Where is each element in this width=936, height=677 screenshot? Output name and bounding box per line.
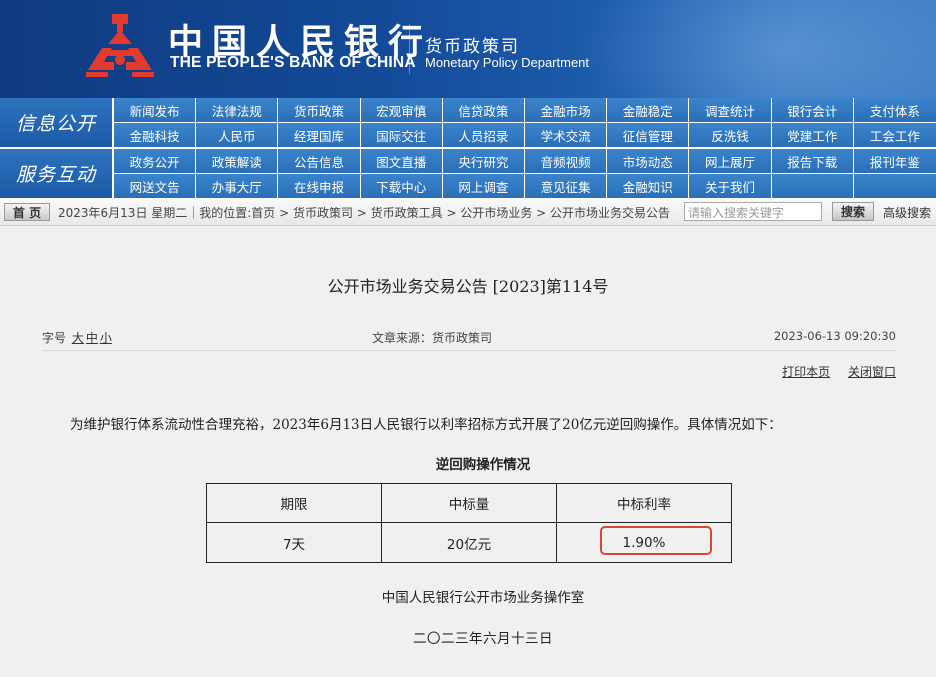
nav-item[interactable]: 报告下载 xyxy=(771,149,854,173)
table-row: 7天 20亿元 1.90% xyxy=(206,522,732,563)
nav-item[interactable]: 市场动态 xyxy=(607,149,690,173)
close-window-link[interactable]: 关闭窗口 xyxy=(848,365,896,379)
nav-item[interactable]: 金融稳定 xyxy=(607,98,690,122)
search-input[interactable]: 请输入搜索关键字 xyxy=(684,202,822,221)
print-page-link[interactable]: 打印本页 xyxy=(782,365,830,379)
nav-item[interactable]: 网送文告 xyxy=(114,174,197,198)
advanced-search-link[interactable]: 高级搜索 xyxy=(883,204,931,221)
home-button[interactable]: 首 页 xyxy=(4,203,50,221)
nav-item[interactable]: 金融科技 xyxy=(114,123,197,147)
breadcrumb: 2023年6月13日 星期二｜我的位置:首页 > 货币政策司 > 货币政策工具 … xyxy=(58,206,671,220)
nav-item[interactable]: 央行研究 xyxy=(442,149,525,173)
nav-section-label[interactable]: 信息公开 xyxy=(0,98,112,147)
nav-item[interactable]: 金融市场 xyxy=(524,98,608,122)
pboc-emblem-icon[interactable] xyxy=(84,12,156,78)
search-button[interactable]: 搜索 xyxy=(832,202,874,221)
issuer: 中国人民银行公开市场业务操作室 xyxy=(381,590,585,606)
rate-highlight-box xyxy=(600,526,712,555)
nav-section-info: 信息公开 新闻发布 法律法规 货币政策 宏观审慎 信贷政策 金融市场 金融稳定 调查统计 银行会… xyxy=(0,98,936,147)
issue-date: 二〇二三年六月十三日 xyxy=(413,631,553,647)
nav-item xyxy=(771,174,854,198)
nav-item[interactable]: 图文直播 xyxy=(360,149,443,173)
nav-item[interactable]: 办事大厅 xyxy=(196,174,279,198)
header-rate: 中标利率 xyxy=(556,483,732,523)
nav-item[interactable]: 下载中心 xyxy=(360,174,443,198)
nav-item[interactable]: 征信管理 xyxy=(607,123,690,147)
article-content: 公开市场业务交易公告 [2023]第114号 字号 大中小 文章来源：货币政策司… xyxy=(0,227,936,677)
article-title: 公开市场业务交易公告 [2023]第114号 xyxy=(327,277,609,296)
bank-name-en: THE PEOPLE'S BANK OF CHINA xyxy=(170,54,416,71)
nav-item[interactable]: 经理国库 xyxy=(278,123,361,147)
department-name-en: Monetary Policy Department xyxy=(425,55,590,70)
nav-item[interactable]: 意见征集 xyxy=(524,174,608,198)
nav-item[interactable]: 宏观审慎 xyxy=(360,98,443,122)
nav-item[interactable]: 音频视频 xyxy=(524,149,608,173)
table-header-row: 期限 中标量 中标利率 xyxy=(206,483,732,523)
article-datetime: 2023-06-13 09:20:30 xyxy=(773,329,896,343)
cell-rate: 1.90% xyxy=(556,522,732,563)
nav-item[interactable]: 法律法规 xyxy=(196,98,279,122)
table-caption: 逆回购操作情况 xyxy=(435,457,531,473)
nav-item[interactable]: 网上展厅 xyxy=(689,149,772,173)
operations-table: 期限 中标量 中标利率 7天 20亿元 1.90% xyxy=(206,483,732,563)
header-amount: 中标量 xyxy=(381,483,557,523)
nav-item[interactable]: 信贷政策 xyxy=(442,98,525,122)
font-size-small[interactable]: 小 xyxy=(100,331,112,345)
article-paragraph: 为维护银行体系流动性合理充裕，2023年6月13日人民银行以利率招标方式开展了2… xyxy=(70,417,782,433)
nav-item[interactable]: 网上调查 xyxy=(442,174,525,198)
nav-item[interactable]: 支付体系 xyxy=(853,98,936,122)
header-term: 期限 xyxy=(206,483,382,523)
nav-item xyxy=(853,174,936,198)
nav-item[interactable]: 公告信息 xyxy=(278,149,361,173)
article-actions: 打印本页 关闭窗口 xyxy=(768,363,896,380)
breadcrumb-bar: 首 页 2023年6月13日 星期二｜我的位置:首页 > 货币政策司 > 货币政… xyxy=(0,198,936,226)
nav-item[interactable]: 在线申报 xyxy=(278,174,361,198)
main-navigation: 信息公开 新闻发布 法律法规 货币政策 宏观审慎 信贷政策 金融市场 金融稳定 调查统计 银行会… xyxy=(0,98,936,198)
nav-item[interactable]: 关于我们 xyxy=(689,174,772,198)
nav-item[interactable]: 政策解读 xyxy=(196,149,279,173)
cell-amount: 20亿元 xyxy=(381,522,557,563)
nav-item[interactable]: 调查统计 xyxy=(689,98,772,122)
department-name-cn: 货币政策司 xyxy=(425,37,520,57)
nav-item[interactable]: 学术交流 xyxy=(524,123,608,147)
nav-item[interactable]: 货币政策 xyxy=(278,98,361,122)
nav-section-service: 服务互动 政务公开 政策解读 公告信息 图文直播 央行研究 音频视频 市场动态 网上展厅 报告下… xyxy=(0,149,936,198)
nav-item[interactable]: 政务公开 xyxy=(114,149,197,173)
nav-item[interactable]: 银行会计 xyxy=(771,98,854,122)
header-banner: 中国人民银行 THE PEOPLE'S BANK OF CHINA 货币政策司 … xyxy=(0,0,936,98)
nav-item[interactable]: 人员招录 xyxy=(442,123,525,147)
font-size-switcher: 字号 大中小 xyxy=(42,331,112,345)
nav-item[interactable]: 人民币 xyxy=(196,123,279,147)
nav-item[interactable]: 金融知识 xyxy=(607,174,690,198)
font-size-medium[interactable]: 中 xyxy=(86,331,98,345)
nav-section-label[interactable]: 服务互动 xyxy=(0,149,112,198)
nav-item[interactable]: 国际交往 xyxy=(360,123,443,147)
article-source: 文章来源：货币政策司 xyxy=(372,331,493,345)
cell-term: 7天 xyxy=(206,522,382,563)
article-meta: 字号 大中小 文章来源：货币政策司 2023-06-13 09:20:30 xyxy=(42,329,896,347)
nav-item[interactable]: 党建工作 xyxy=(771,123,854,147)
font-size-large[interactable]: 大 xyxy=(72,331,84,345)
nav-item[interactable]: 新闻发布 xyxy=(114,98,197,122)
nav-item[interactable]: 反洗钱 xyxy=(689,123,772,147)
nav-item[interactable]: 工会工作 xyxy=(853,123,936,147)
nav-item[interactable]: 报刊年鉴 xyxy=(853,149,936,173)
